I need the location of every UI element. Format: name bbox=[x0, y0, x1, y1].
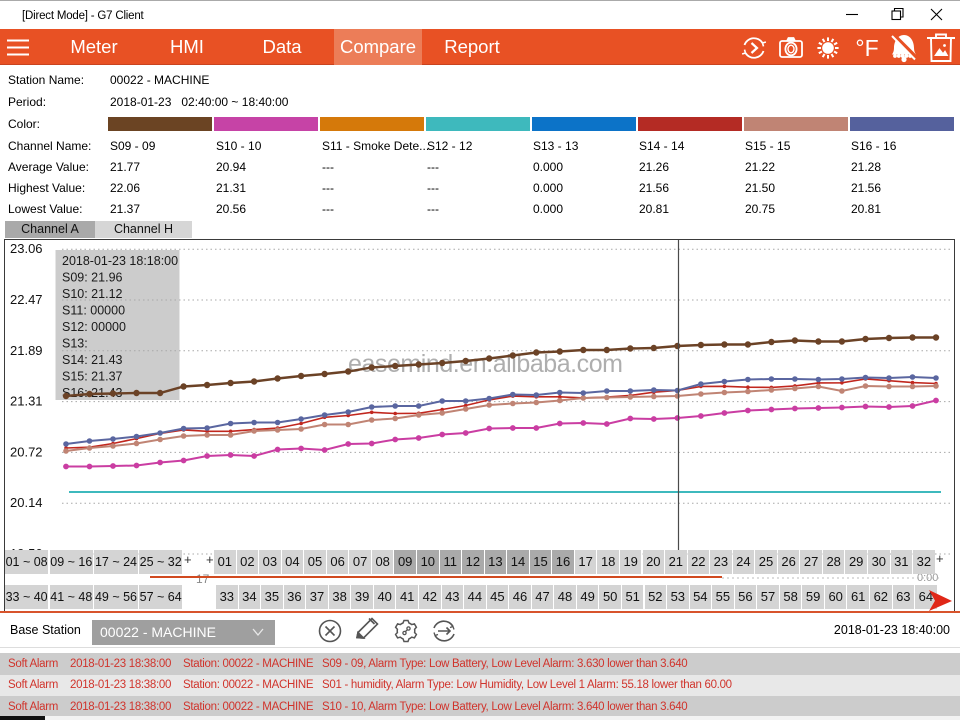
svg-text:°F: °F bbox=[855, 35, 878, 61]
